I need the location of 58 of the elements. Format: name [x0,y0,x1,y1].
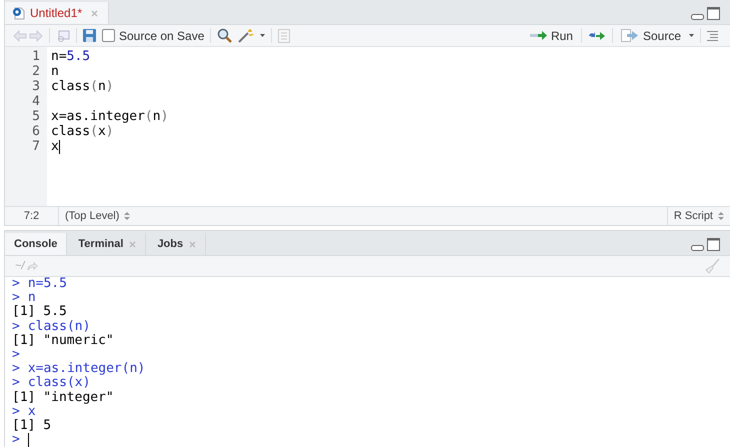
code-line: x=as.integer(n) [51,109,168,124]
run-arrow-icon [530,31,548,40]
prompt: > [12,362,20,376]
prompt: > [12,277,20,292]
console-tab[interactable]: Console [5,233,68,255]
code-line: class(x) [51,124,114,139]
rerun-icon[interactable] [588,30,606,40]
run-button[interactable]: Run [528,28,575,42]
search-icon[interactable] [217,28,232,43]
source-button[interactable]: Source [618,28,683,42]
line-number: 3 [31,79,41,94]
save-icon[interactable] [83,29,96,42]
editor-tab[interactable]: Untitled1* [5,2,110,24]
line-number: 1 [31,49,41,64]
command-text: n [28,291,36,306]
caret-icon[interactable] [260,34,266,37]
source-arrow-icon [620,29,640,42]
r-file-icon [12,6,25,20]
prompt: > [12,348,20,362]
minimize-icon[interactable] [691,14,704,20]
console-output: [1] 5 [12,418,52,434]
prompt: > [12,376,20,391]
line-number: 5 [31,109,41,124]
wand-icon[interactable] [238,28,254,43]
command-text: n=5.5 [28,277,67,292]
line-number: 6 [31,124,41,139]
command-text: class(x) [28,376,90,391]
outline-icon[interactable] [707,30,718,40]
maximize-icon[interactable] [707,238,720,251]
code-line: x [51,139,59,154]
minimize-icon[interactable] [691,245,704,251]
sort-arrows-icon [718,212,724,220]
checkbox-label: Source on Save [119,28,204,42]
line-number: 7 [31,139,41,154]
command-text: class(n) [28,320,90,334]
code-line: class(n) [51,79,114,94]
maximize-icon[interactable] [707,7,720,20]
code-line: n [51,64,59,79]
console-output: [1] 5.5 [12,305,67,320]
line-number: 2 [31,64,41,79]
checkbox[interactable] [102,29,115,42]
line-number: 4 [31,94,41,109]
command-text: x=as.integer(n) [28,362,146,376]
console-output: [1] "numeric" [12,334,114,348]
prompt: > [12,433,20,447]
prompt: > [12,404,20,419]
prompt: > [12,291,20,306]
file-type-selector[interactable]: R Script [666,207,730,225]
console-output: [1] "integer" [12,390,114,405]
code-line: n=5.5 [51,49,90,64]
cursor-position: 7:2 [5,207,59,225]
sort-arrows-icon [124,212,130,220]
command-text: x [28,404,36,419]
prompt: > [12,320,20,334]
working-directory: ~/ [15,260,24,272]
tab-title: Untitled1* [30,6,82,20]
caret-icon[interactable] [689,34,694,37]
scope-selector[interactable]: (Top Level) [59,210,136,222]
